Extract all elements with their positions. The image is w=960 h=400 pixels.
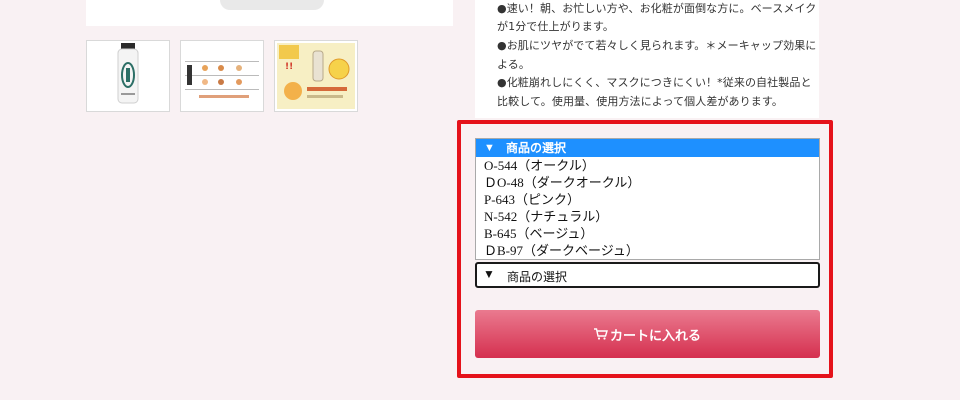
select-option[interactable]: ＤB-97（ダークベージュ） — [484, 242, 639, 259]
description-line: が1分で仕上がります。 — [497, 20, 614, 33]
select-option[interactable]: ＤO-48（ダークオークル） — [484, 174, 640, 191]
select-option[interactable]: N-542（ナチュラル） — [484, 208, 608, 225]
add-to-cart-label: カートに入れる — [609, 328, 701, 344]
color-chart-thumbnail[interactable] — [180, 40, 264, 112]
select-option[interactable]: P-643（ピンク） — [484, 191, 580, 208]
select-option[interactable]: O-544（オークル） — [484, 157, 595, 174]
product-bottle-image — [220, 0, 324, 10]
description-line: 比較して。使用量、使用方法によって個人差があります。 — [497, 95, 783, 108]
description-line: ●速い！朝、お忙しい方や、お化粧が面倒な方に。ベースメイク — [497, 2, 817, 15]
dropdown-arrow-icon: ▼ — [484, 142, 495, 154]
bottle-thumbnail[interactable] — [86, 40, 170, 112]
description-line: ●お肌にツヤがでて若々しく見られます。＊メーキャップ効果に — [497, 39, 817, 52]
description-line: ●化粧崩れしにくく、マスクにつきにくい！*従来の自社製品と — [497, 76, 812, 89]
cart-icon — [593, 328, 608, 340]
dropdown-arrow-icon: ▼ — [483, 267, 495, 281]
promo-flyer-thumbnail[interactable]: !! — [274, 40, 358, 112]
product-select-value: 商品の選択 — [507, 270, 568, 284]
select-option[interactable]: B-645（ベージュ） — [484, 225, 593, 242]
description-line: よる。 — [497, 58, 530, 71]
select-placeholder-label: 商品の選択 — [506, 141, 567, 155]
svg-text:!!: !! — [285, 62, 293, 72]
product-description: ●速い！朝、お忙しい方や、お化粧が面倒な方に。ベースメイク が1分で仕上がります… — [475, 0, 819, 118]
add-to-cart-button[interactable]: カートに入れる — [475, 310, 820, 358]
select-option-placeholder[interactable]: ▼ 商品の選択 — [476, 139, 819, 157]
product-select[interactable]: ▼ 商品の選択 — [475, 262, 820, 288]
product-main-image — [86, 0, 453, 26]
product-select-dropdown[interactable]: ▼ 商品の選択 O-544（オークル） ＤO-48（ダークオークル） P-643… — [475, 138, 820, 260]
